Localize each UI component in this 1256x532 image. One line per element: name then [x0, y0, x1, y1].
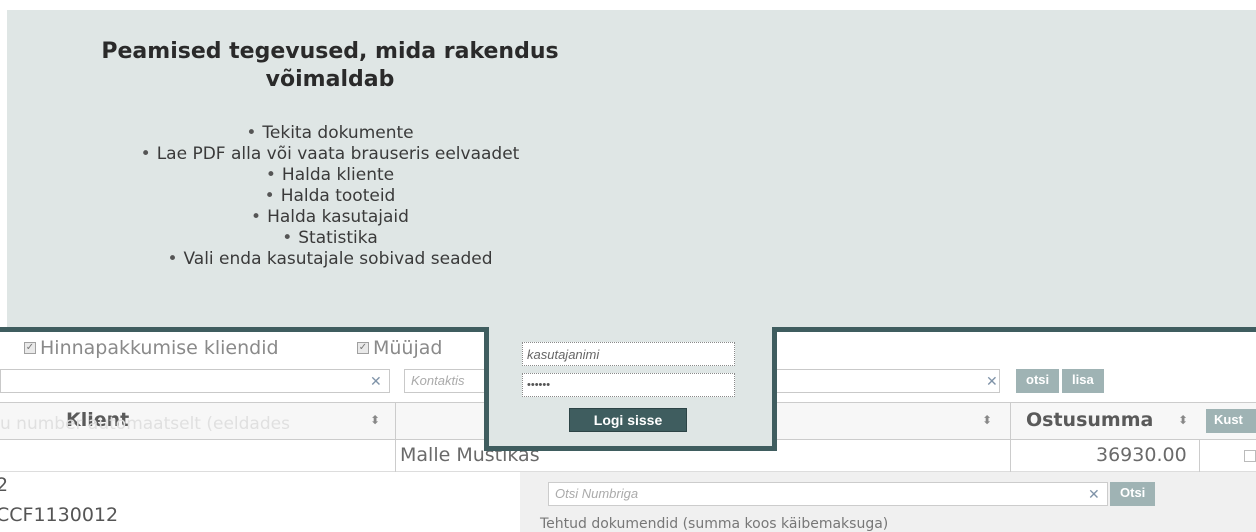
password-input[interactable]	[522, 373, 735, 397]
column-divider	[1010, 440, 1011, 472]
faint-hint-text: u number automaatselt (eeldades	[0, 414, 290, 434]
frame-bar-right	[772, 327, 1256, 332]
bullet-icon: •	[264, 186, 275, 206]
customer-column-button[interactable]: Kust	[1206, 409, 1256, 433]
list-item: • Lae PDF alla või vaata brauseris eelvaa…	[140, 144, 520, 164]
list-item: • Vali enda kasutajale sobivad seaded	[167, 249, 493, 269]
lower-area: 2 CCF1130012 Otsi Numbriga ✕ Otsi Tehtud…	[0, 472, 1256, 532]
login-form: Logi sisse	[484, 327, 777, 451]
document-number[interactable]: CCF1130012	[0, 504, 118, 526]
info-title: Peamised tegevused, mida rakendus võimal…	[101, 39, 559, 92]
list-item: • Halda tooteid	[264, 186, 396, 206]
documents-caption: Tehtud dokumendid (summa koos käibemaksu…	[540, 516, 889, 532]
list-item: • Statistika	[282, 228, 378, 248]
list-item: • Halda kasutajaid	[251, 207, 409, 227]
client-search-input[interactable]	[0, 369, 390, 393]
username-input[interactable]	[522, 342, 735, 366]
bullet-icon: •	[251, 207, 262, 227]
sort-icon[interactable]: ⬍	[370, 413, 380, 427]
sort-icon[interactable]: ⬍	[982, 413, 992, 427]
list-item: • Halda kliente	[265, 165, 395, 185]
frame-bar-left	[0, 327, 486, 332]
amount-cell: 36930.00	[1096, 444, 1187, 466]
row-checkbox[interactable]	[1244, 450, 1256, 462]
number-search-input[interactable]: Otsi Numbriga	[548, 482, 1108, 506]
lower-right-panel: Otsi Numbriga ✕ Otsi Tehtud dokumendid (…	[520, 472, 1256, 532]
filter-sellers-label: Müüjad	[373, 337, 443, 359]
login-button[interactable]: Logi sisse	[569, 408, 687, 432]
filter-quote-clients[interactable]: ✓ Hinnapakkumise kliendid	[24, 337, 279, 359]
checkbox-checked-icon[interactable]: ✓	[357, 342, 369, 354]
checkbox-checked-icon[interactable]: ✓	[24, 342, 36, 354]
bullet-icon: •	[140, 144, 151, 164]
feature-list: • Tekita dokumente • Lae PDF alla või vaat…	[60, 123, 600, 270]
bullet-icon: •	[246, 123, 257, 143]
clear-number-search-icon[interactable]: ✕	[1088, 487, 1100, 503]
bullet-icon: •	[167, 249, 178, 269]
column-header-purchase-sum[interactable]: Ostusumma	[1026, 409, 1153, 431]
column-divider	[1010, 403, 1011, 441]
lower-left-line1: 2	[0, 474, 9, 496]
list-item: • Tekita dokumente	[246, 123, 414, 143]
number-search-placeholder: Otsi Numbriga	[555, 486, 639, 501]
bullet-icon: •	[282, 228, 293, 248]
sort-icon[interactable]: ⬍	[1178, 413, 1188, 427]
search-button[interactable]: otsi	[1016, 369, 1060, 393]
bullet-icon: •	[265, 165, 276, 185]
clear-contact-search-icon[interactable]: ✕	[986, 374, 998, 390]
number-search-button[interactable]: Otsi	[1110, 482, 1156, 506]
filter-quote-clients-label: Hinnapakkumise kliendid	[40, 337, 279, 359]
add-button[interactable]: lisa	[1062, 369, 1104, 393]
clear-search-icon[interactable]: ✕	[370, 374, 382, 390]
column-divider	[1199, 440, 1200, 472]
lower-left-panel: 2 CCF1130012	[0, 472, 520, 532]
contact-search-placeholder: Kontaktis	[411, 373, 465, 388]
column-divider	[395, 440, 396, 472]
filter-sellers[interactable]: ✓ Müüjad	[357, 337, 442, 359]
column-divider	[395, 403, 396, 441]
